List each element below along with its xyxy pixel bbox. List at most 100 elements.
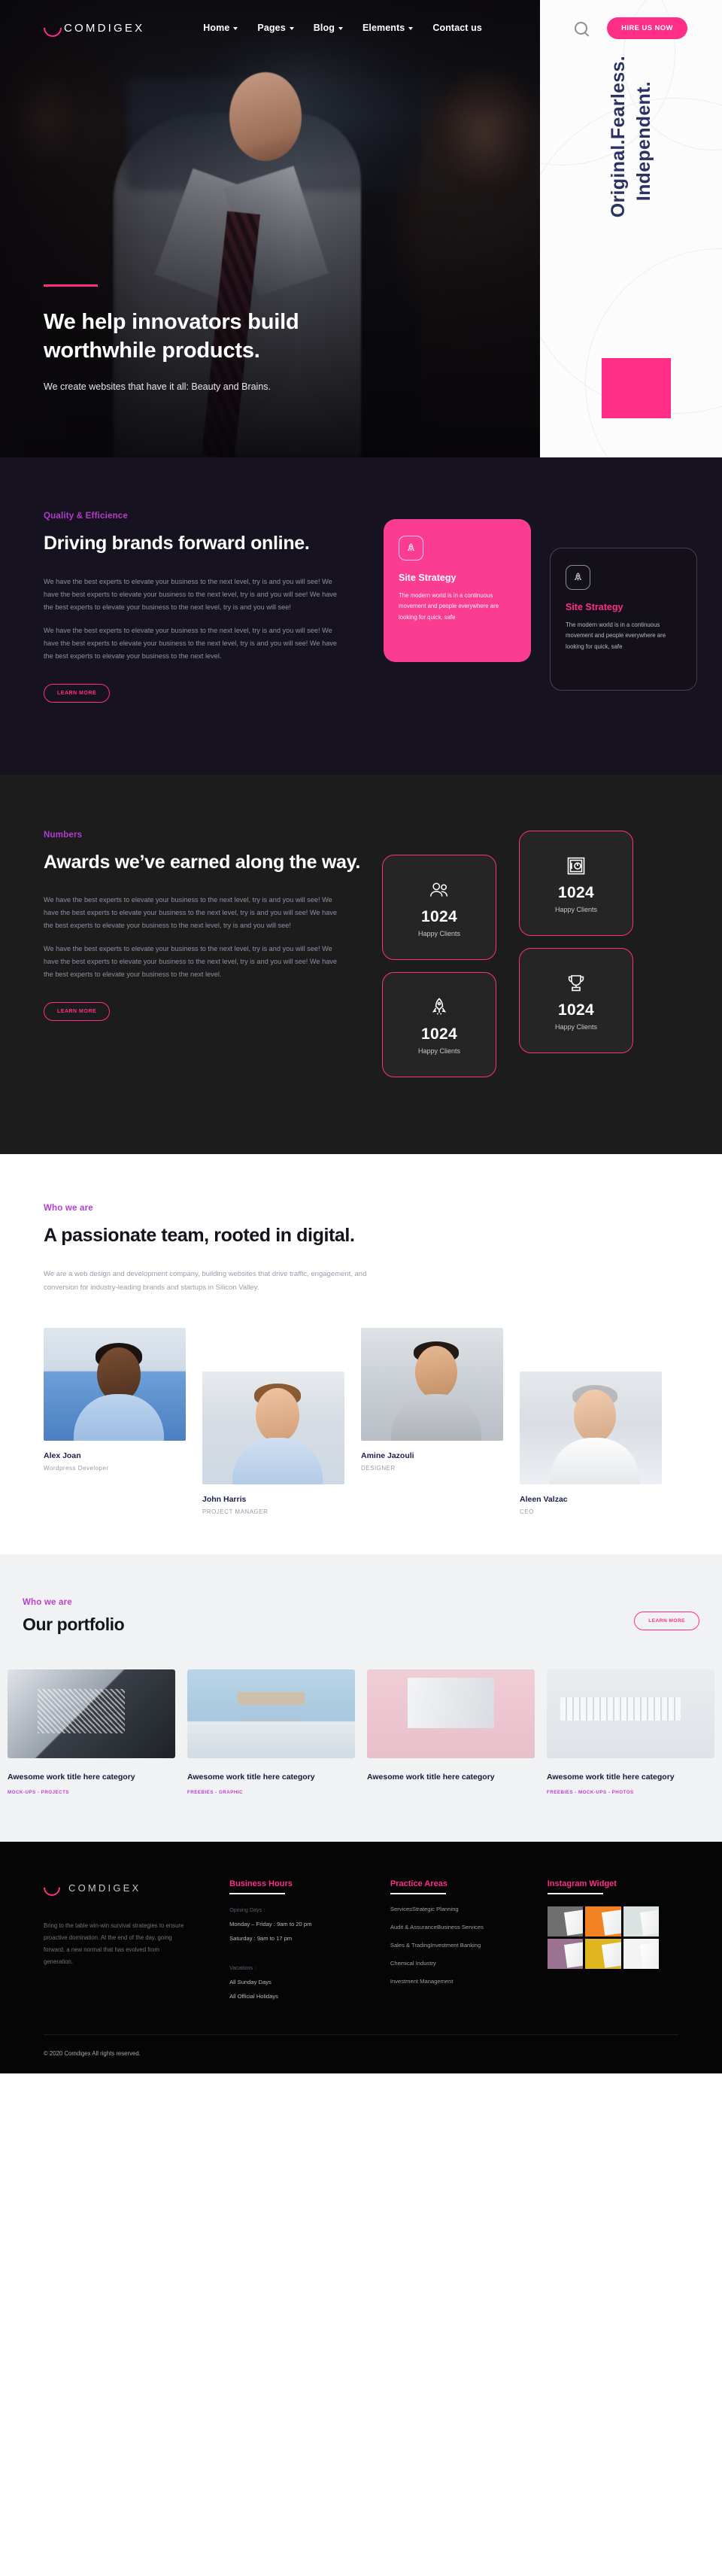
stat-card-users-value: 1024: [421, 908, 457, 926]
stat-card-safe[interactable]: 1024 Happy Clients: [519, 830, 633, 936]
hire-us-now-button[interactable]: HIRE US NOW: [607, 17, 687, 39]
driving-brands-learn-more-button[interactable]: LEARN MORE: [44, 683, 111, 703]
team-member-role: Wordpress Developer: [44, 1464, 109, 1472]
team-member[interactable]: Aleen Valzac CEO: [520, 1371, 662, 1515]
logo[interactable]: COMDIGEX: [40, 15, 145, 41]
team-member-name: Amine Jazouli: [361, 1451, 414, 1460]
team-member-name: John Harris: [202, 1494, 247, 1504]
service-card-dark-text: The modern world is in a continuous move…: [566, 621, 666, 650]
team-member-role: DESIGNER: [361, 1464, 396, 1472]
nav-item-blog-label: Blog: [313, 23, 335, 33]
service-card-pink-text: The modern world is in a continuous move…: [399, 592, 499, 621]
hero-vertical-line-2: Independent.: [633, 81, 654, 202]
stat-card-users-label: Happy Clients: [417, 930, 461, 938]
numbers-section: Numbers Awards we’ve earned along the wa…: [0, 774, 722, 1154]
portfolio-learn-more-button[interactable]: LEARN MORE: [634, 1611, 699, 1630]
team-member-role: PROJECT MANAGER: [202, 1508, 268, 1515]
footer-vacation-holidays: All Official Holidays: [229, 1993, 278, 2000]
footer-practice-areas: Practice Areas ServicesStrategic Plannin…: [390, 1879, 528, 2000]
avatar: [520, 1371, 662, 1484]
nav-item-blog[interactable]: Blog: [314, 23, 343, 33]
chevron-down-icon: [338, 27, 343, 30]
nav-item-pages-label: Pages: [257, 23, 286, 33]
driving-brands-title: Driving brands forward online.: [44, 533, 310, 554]
logo-text: COMDIGEX: [64, 21, 145, 35]
instagram-thumbnail[interactable]: [623, 1906, 660, 1937]
stat-card-rocket[interactable]: 1024 Happy Clients: [382, 971, 496, 1077]
hero-side-panel: HIRE US NOW Original.Fearless. Independe…: [540, 0, 722, 457]
chevron-down-icon: [408, 27, 414, 30]
driving-brands-paragraph-1: We have the best experts to elevate your…: [44, 577, 338, 611]
footer-about-text: Bring to the table win-win survival stra…: [44, 1922, 184, 1966]
driving-brands-text-column: Quality & Efficience Driving brands forw…: [44, 512, 375, 703]
avatar: [44, 1327, 186, 1441]
instagram-thumbnail[interactable]: [547, 1939, 584, 1970]
instagram-grid: [547, 1906, 660, 1970]
footer-logo-text: COMDIGEX: [68, 1882, 141, 1894]
footer-practice-area-link[interactable]: Sales & TradingInvestment Banking: [390, 1942, 528, 1949]
portfolio-grid: Awesome work title here category MOCK-UP…: [0, 1669, 722, 1796]
stat-card-trophy[interactable]: 1024 Happy Clients: [519, 947, 633, 1053]
portfolio-title: Our portfolio: [23, 1614, 125, 1634]
portfolio-card[interactable]: Awesome work title here category FREEBIE…: [187, 1669, 355, 1795]
safe-icon: [566, 852, 586, 879]
driving-brands-paragraph-2: We have the best experts to elevate your…: [44, 626, 338, 660]
portfolio-card[interactable]: Awesome work title here category MOCK-UP…: [8, 1669, 175, 1795]
team-member-role: CEO: [520, 1508, 534, 1515]
instagram-thumbnail[interactable]: [585, 1906, 621, 1937]
driving-brands-eyebrow: Quality & Efficience: [44, 512, 375, 521]
footer-opening-hours-weekday: Monday – Friday : 9am to 20 pm: [229, 1921, 312, 1928]
chevron-down-icon: [289, 27, 294, 30]
footer-logo[interactable]: COMDIGEX: [40, 1876, 229, 1900]
team-member[interactable]: John Harris PROJECT MANAGER: [202, 1371, 344, 1515]
stat-card-trophy-label: Happy Clients: [554, 1023, 598, 1031]
numbers-paragraph-2: We have the best experts to elevate your…: [44, 945, 338, 979]
nav-item-contact-us[interactable]: Contact us: [432, 23, 482, 33]
portfolio-card-tags: MOCK-UPS - PROJECTS: [8, 1790, 175, 1795]
footer-vacations-label: Vacations :: [229, 1964, 256, 1972]
footer-heading-underline: [229, 1893, 286, 1895]
footer-practice-area-link[interactable]: ServicesStrategic Planning: [390, 1906, 528, 1912]
team-member[interactable]: Alex Joan Wordpress Developer: [44, 1327, 186, 1472]
footer-heading-underline: [390, 1893, 446, 1895]
nav-item-pages[interactable]: Pages: [257, 23, 294, 33]
hero-vertical-line-1: Original.Fearless.: [608, 56, 629, 218]
rocket-icon: [399, 536, 423, 560]
hero-vertical-slogan: Original.Fearless. Independent.: [540, 56, 722, 357]
portfolio-card-tags: FREEBIES - GRAPHIC: [187, 1790, 355, 1795]
team-member[interactable]: Amine Jazouli DESIGNER: [361, 1327, 503, 1472]
stat-card-rocket-value: 1024: [421, 1025, 457, 1043]
avatar: [202, 1371, 344, 1484]
instagram-thumbnail[interactable]: [623, 1939, 660, 1970]
landing-page: COMDIGEX Home Pages Blog Elements Contac…: [0, 0, 722, 2074]
footer-practice-area-link[interactable]: Chemical Industry: [390, 1960, 528, 1967]
service-card-pink-title: Site Strategy: [399, 573, 457, 583]
portfolio-card-title: Awesome work title here category: [8, 1772, 135, 1782]
footer-practice-area-link[interactable]: Audit & AssuranceBusiness Services: [390, 1924, 528, 1930]
portfolio-card[interactable]: Awesome work title here category FREEBIE…: [547, 1669, 714, 1795]
footer-practice-area-link[interactable]: Investment Management: [390, 1978, 528, 1985]
stat-card-users[interactable]: 1024 Happy Clients: [382, 854, 496, 960]
footer-business-hours: Business Hours Opining Days : Monday – F…: [229, 1879, 371, 2000]
hero-side-toolbar: HIRE US NOW: [540, 0, 722, 56]
service-card-dark[interactable]: Site Strategy The modern world is in a c…: [550, 548, 697, 691]
search-icon[interactable]: [575, 21, 588, 35]
nav-item-home[interactable]: Home: [203, 23, 238, 33]
numbers-learn-more-button[interactable]: LEARN MORE: [44, 1002, 111, 1022]
team-title: A passionate team, rooted in digital.: [44, 1224, 355, 1246]
nav-item-elements[interactable]: Elements: [363, 23, 414, 33]
service-card-pink[interactable]: Site Strategy The modern world is in a c…: [384, 519, 531, 662]
rocket-icon: [430, 994, 448, 1021]
footer-instagram-heading: Instagram Widget: [547, 1879, 617, 1889]
portfolio-card[interactable]: Awesome work title here category: [367, 1669, 535, 1796]
hero-accent-rule: [44, 284, 98, 287]
team-paragraph: We are a web design and development comp…: [44, 1269, 367, 1292]
driving-brands-cards: Site Strategy The modern world is in a c…: [375, 512, 697, 703]
instagram-thumbnail[interactable]: [547, 1906, 584, 1937]
footer-business-hours-heading: Business Hours: [229, 1879, 293, 1889]
chevron-down-icon: [233, 27, 238, 30]
portfolio-card-title: Awesome work title here category: [547, 1772, 675, 1782]
team-member-name: Aleen Valzac: [520, 1494, 568, 1504]
instagram-thumbnail[interactable]: [585, 1939, 621, 1970]
nav-item-home-label: Home: [203, 23, 230, 33]
